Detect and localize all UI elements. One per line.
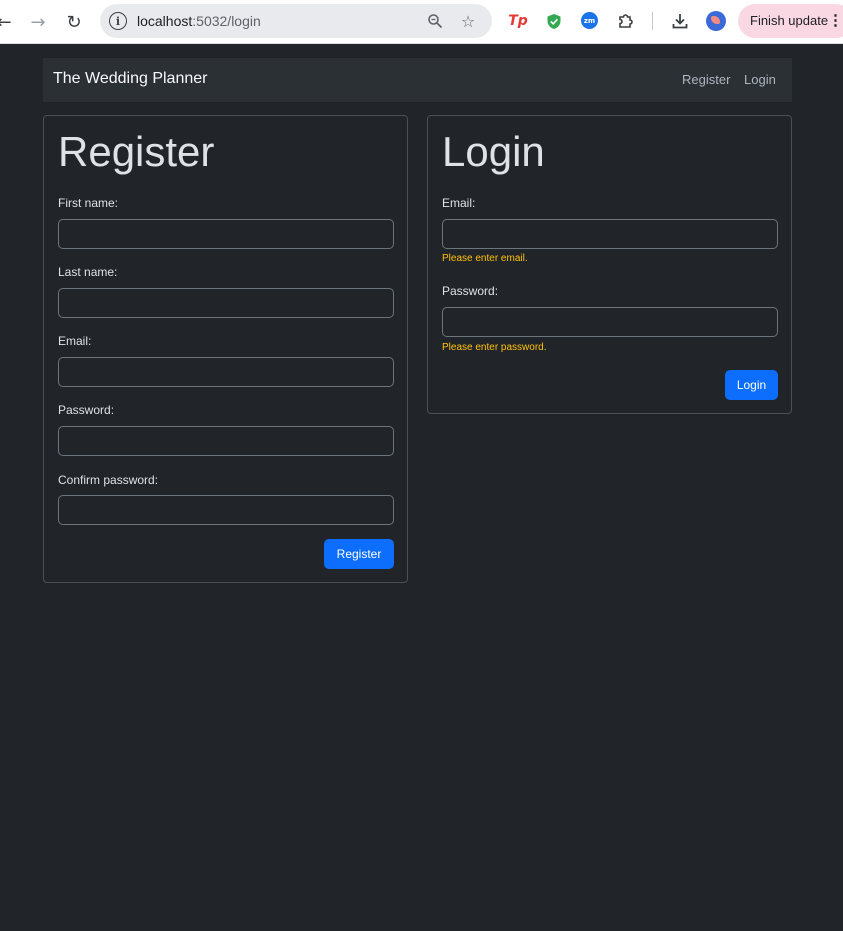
profile-extension-icon[interactable] [706, 11, 726, 31]
extensions-puzzle-icon[interactable] [616, 11, 636, 31]
navbar-brand[interactable]: The Wedding Planner [53, 70, 207, 88]
register-submit-button[interactable]: Register [324, 539, 394, 569]
finish-update-button[interactable]: Finish update ⋮ [738, 4, 843, 38]
login-title: Login [442, 128, 545, 175]
register-password-input[interactable] [58, 426, 394, 456]
first-name-label: First name: [58, 196, 119, 210]
login-password-error: Please enter password. [442, 342, 547, 353]
nav-link-register[interactable]: Register [682, 72, 730, 87]
url-host: localhost [137, 13, 193, 29]
register-email-input[interactable] [58, 357, 394, 387]
login-email-input[interactable] [442, 219, 778, 249]
url-path: :5032/login [192, 13, 261, 29]
more-menu-icon[interactable]: ⋮ [828, 11, 843, 29]
login-password-label: Password: [442, 284, 499, 298]
url-text[interactable]: localhost:5032/login [137, 13, 261, 29]
register-email-label: Email: [58, 334, 92, 348]
confirm-password-input[interactable] [58, 495, 394, 525]
nav-link-login[interactable]: Login [744, 72, 776, 87]
address-bar[interactable]: i localhost:5032/login ☆ [100, 4, 492, 38]
zm-extension-icon[interactable]: zm [581, 12, 598, 29]
forward-icon[interactable]: → [26, 10, 50, 34]
toolbar-divider [652, 12, 653, 30]
login-card: Login Email: Please enter email. Passwor… [427, 115, 792, 414]
login-submit-button[interactable]: Login [725, 370, 778, 400]
first-name-input[interactable] [58, 219, 394, 249]
last-name-input[interactable] [58, 288, 394, 318]
login-email-label: Email: [442, 196, 476, 210]
back-icon[interactable]: ← [0, 10, 16, 34]
register-card: Register First name: Last name: Email: P… [43, 115, 408, 583]
finish-update-label: Finish update [750, 13, 829, 28]
bookmark-star-icon[interactable]: ☆ [458, 11, 478, 31]
shield-extension-icon[interactable] [544, 11, 564, 31]
register-title: Register [58, 128, 215, 175]
app-navbar: The Wedding Planner Register Login [43, 58, 792, 102]
last-name-label: Last name: [58, 265, 118, 279]
confirm-password-label: Confirm password: [58, 473, 159, 487]
zoom-icon[interactable] [425, 11, 445, 31]
login-password-input[interactable] [442, 307, 778, 337]
browser-toolbar: ← → ↻ i localhost:5032/login ☆ Tp zm Fin… [0, 0, 843, 44]
login-email-error: Please enter email. [442, 253, 528, 264]
download-icon[interactable] [670, 11, 690, 31]
reload-icon[interactable]: ↻ [62, 10, 86, 34]
tp-extension-icon[interactable]: Tp [508, 11, 528, 31]
site-info-icon[interactable]: i [109, 12, 127, 30]
register-password-label: Password: [58, 403, 115, 417]
